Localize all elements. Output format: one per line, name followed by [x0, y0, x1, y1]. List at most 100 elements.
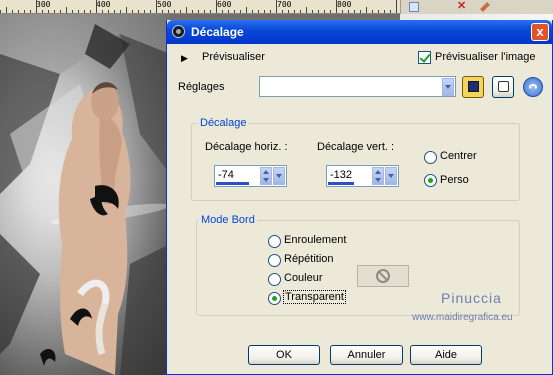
cancel-button[interactable]: Annuler: [330, 345, 403, 365]
ruler-tick: [150, 10, 151, 13]
help-button[interactable]: Aide: [410, 345, 482, 365]
horizontal-spin-icon[interactable]: [260, 167, 272, 185]
ruler-tick: [156, 0, 157, 13]
ruler-tick: [312, 10, 313, 13]
horizontal-offset-slider[interactable]: [216, 182, 249, 185]
toolbar-icon[interactable]: [409, 2, 419, 12]
repeat-label[interactable]: Répétition: [284, 253, 334, 265]
ruler-tick: [306, 7, 307, 13]
ruler-tick: [204, 10, 205, 13]
ruler-tick: [210, 10, 211, 13]
presets-label: Réglages: [178, 81, 225, 93]
ruler-tick: [90, 10, 91, 13]
dialog-title: Décalage: [191, 25, 244, 39]
reset-button[interactable]: [523, 77, 543, 97]
ruler-label-600: 600: [217, 0, 232, 9]
ruler-tick: [318, 10, 319, 13]
close-button[interactable]: x: [531, 23, 549, 41]
wrap-label[interactable]: Enroulement: [284, 234, 346, 246]
vertical-offset-slider[interactable]: [328, 182, 354, 185]
ruler-tick: [378, 10, 379, 13]
center-radio[interactable]: [424, 151, 437, 164]
ruler-tick: [162, 10, 163, 13]
ruler-tick: [120, 10, 121, 13]
ruler-tick: [198, 10, 199, 13]
ruler-tick: [354, 10, 355, 13]
horizontal-offset-label: Décalage horiz. :: [205, 141, 288, 153]
vertical-dropdown-icon[interactable]: [385, 167, 397, 185]
custom-label[interactable]: Perso: [440, 174, 469, 186]
brush-icon[interactable]: [480, 2, 490, 12]
ruler-tick: [342, 10, 343, 13]
ruler-tick: [168, 10, 169, 13]
ruler-tick: [60, 10, 61, 13]
ruler-tick: [390, 10, 391, 13]
ruler-tick: [240, 10, 241, 13]
center-label[interactable]: Centrer: [440, 150, 477, 162]
wrap-radio[interactable]: [268, 235, 281, 248]
ruler-tick: [384, 10, 385, 13]
color-swatch-button[interactable]: [357, 265, 409, 287]
ruler-tick: [30, 10, 31, 13]
ruler-tick: [36, 0, 37, 13]
reset-icon: [529, 84, 537, 90]
vertical-offset-field[interactable]: -132: [326, 165, 399, 187]
ruler-tick: [42, 10, 43, 13]
vertical-offset-value: -132: [330, 169, 353, 181]
ruler-tick: [282, 10, 283, 13]
color-label[interactable]: Couleur: [284, 272, 323, 284]
custom-radio[interactable]: [424, 174, 437, 187]
ruler-tick: [246, 7, 247, 13]
ruler-tick: [294, 10, 295, 13]
ruler-label-300: 300: [36, 0, 51, 9]
preview-label[interactable]: Prévisualiser: [202, 51, 265, 63]
ruler-tick: [222, 10, 223, 13]
ruler-tick: [324, 10, 325, 13]
ruler-tick: [252, 10, 253, 13]
ruler-tick: [48, 10, 49, 13]
ok-button[interactable]: OK: [248, 345, 320, 365]
ruler-label-700: 700: [277, 0, 292, 9]
ruler-tick: [24, 10, 25, 13]
horizontal-dropdown-icon[interactable]: [273, 167, 285, 185]
ruler-tick: [144, 10, 145, 13]
ruler-tick: [12, 10, 13, 13]
image-preview-checkbox[interactable]: [418, 51, 431, 64]
ruler-tick: [396, 0, 397, 13]
ruler-tick: [108, 10, 109, 13]
ruler-tick: [78, 10, 79, 13]
repeat-radio[interactable]: [268, 254, 281, 267]
transparent-radio[interactable]: [268, 292, 281, 305]
color-radio[interactable]: [268, 273, 281, 286]
ruler-label-400: 400: [96, 0, 111, 9]
ruler-tick: [54, 10, 55, 13]
ruler-tick: [330, 10, 331, 13]
ruler-tick: [6, 7, 7, 13]
ruler-tick: [300, 10, 301, 13]
offset-group: [191, 123, 520, 201]
ruler-toolbar: ✕: [400, 0, 553, 14]
ruler-tick: [258, 10, 259, 13]
horizontal-offset-field[interactable]: -74: [214, 165, 287, 187]
expand-preview-arrow-icon[interactable]: ▶: [181, 53, 188, 64]
offset-group-title: Décalage: [198, 117, 249, 129]
title-bar[interactable]: Décalage x: [167, 20, 552, 44]
chevron-down-icon[interactable]: [442, 78, 454, 96]
presets-dropdown[interactable]: [259, 76, 456, 97]
delete-icon[interactable]: ✕: [457, 1, 467, 12]
watermark-name: Pinuccia: [441, 290, 502, 306]
ruler-tick: [360, 10, 361, 13]
ruler-tick: [186, 7, 187, 13]
vertical-spin-icon[interactable]: [372, 167, 384, 185]
ruler-tick: [276, 0, 277, 13]
ruler-tick: [174, 10, 175, 13]
randomize-button[interactable]: [492, 76, 514, 98]
ruler-tick: [132, 10, 133, 13]
save-preset-button[interactable]: [462, 76, 484, 98]
image-preview-label[interactable]: Prévisualiser l'image: [435, 51, 536, 63]
ruler-tick: [264, 10, 265, 13]
ruler-tick: [234, 10, 235, 13]
ruler-tick: [336, 0, 337, 13]
ruler-tick: [126, 7, 127, 13]
transparent-label[interactable]: Transparent: [283, 290, 346, 304]
